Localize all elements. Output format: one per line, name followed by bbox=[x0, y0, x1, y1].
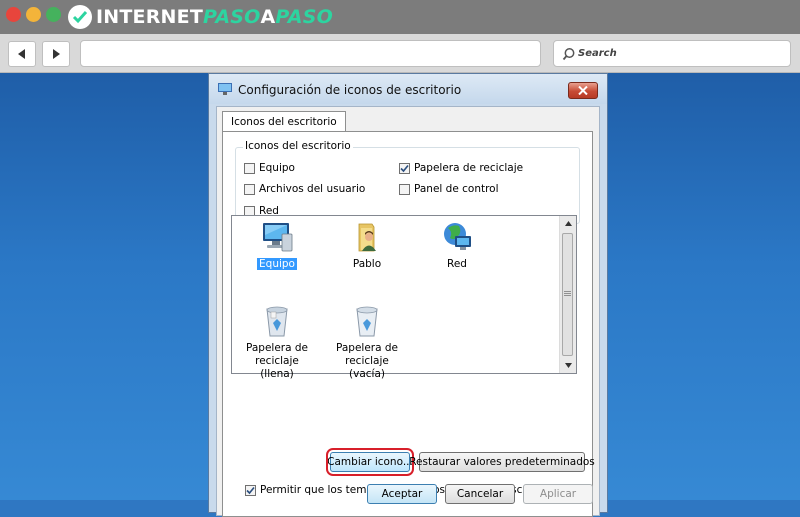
dialog-body: Iconos del escritorio Iconos del escrito… bbox=[216, 106, 600, 517]
icon-item-red[interactable]: Red bbox=[412, 220, 502, 271]
icon-item-papelera-vacia[interactable]: Papelera de reciclaje (vacía) bbox=[322, 306, 412, 381]
checkbox-equipo[interactable]: Equipo bbox=[244, 162, 295, 174]
tab-desktop-icons[interactable]: Iconos del escritorio bbox=[222, 111, 346, 132]
scroll-up-button[interactable] bbox=[560, 216, 576, 231]
checkbox-papelera[interactable]: Papelera de reciclaje bbox=[399, 162, 523, 174]
checkbox-label: Archivos del usuario bbox=[259, 183, 366, 195]
search-box[interactable]: Search bbox=[553, 40, 791, 67]
network-icon bbox=[444, 223, 471, 250]
address-bar[interactable] bbox=[80, 40, 541, 67]
icon-item-papelera-llena[interactable]: Papelera de reciclaje (llena) bbox=[232, 306, 322, 381]
chevron-down-icon bbox=[564, 363, 572, 368]
ok-button[interactable]: Aceptar bbox=[367, 484, 437, 504]
checkbox-box[interactable] bbox=[244, 162, 255, 174]
checkbox-box[interactable] bbox=[244, 183, 255, 195]
close-icon bbox=[578, 86, 588, 95]
search-icon bbox=[562, 47, 575, 60]
back-arrow-icon bbox=[18, 49, 25, 59]
scroll-thumb[interactable] bbox=[562, 233, 573, 356]
checkmark-icon bbox=[400, 164, 409, 172]
back-button[interactable] bbox=[8, 41, 36, 67]
recycle-bin-empty-icon bbox=[356, 306, 378, 337]
restore-defaults-button[interactable]: Restaurar valores predeterminados bbox=[409, 452, 595, 472]
dialog-close-button[interactable] bbox=[568, 82, 598, 99]
icon-list-scrollbar[interactable] bbox=[559, 216, 576, 373]
desktop-icons-group: Iconos del escritorio Equipo Papelera de… bbox=[235, 140, 580, 224]
minimize-window-dot[interactable] bbox=[26, 7, 41, 22]
icon-item-pablo[interactable]: Pablo bbox=[322, 220, 412, 271]
checkbox-panel-control[interactable]: Panel de control bbox=[399, 183, 499, 195]
checkbox-box[interactable] bbox=[399, 183, 410, 195]
checkbox-box-checked[interactable] bbox=[399, 162, 410, 174]
logo-mark-icon bbox=[68, 5, 92, 29]
tab-panel: Iconos del escritorio Equipo Papelera de… bbox=[222, 131, 595, 517]
checkbox-box-checked[interactable] bbox=[245, 484, 256, 496]
dialog-titlebar: Configuración de iconos de escritorio bbox=[209, 74, 607, 104]
icon-item-equipo[interactable]: Equipo bbox=[232, 220, 322, 271]
chevron-up-icon bbox=[564, 221, 572, 226]
checkmark-icon bbox=[246, 486, 255, 494]
close-window-dot[interactable] bbox=[6, 7, 21, 22]
desktop-settings-icon bbox=[218, 83, 232, 95]
checkbox-label: Panel de control bbox=[414, 183, 499, 195]
checkbox-label: Equipo bbox=[259, 162, 295, 174]
icon-label: Equipo bbox=[257, 258, 297, 270]
brand-text-a: A bbox=[260, 6, 276, 28]
desktop-icon-settings-dialog: Configuración de iconos de escritorio Ic… bbox=[208, 73, 608, 517]
checkbox-label: Papelera de reciclaje bbox=[414, 162, 524, 174]
computer-icon bbox=[263, 223, 293, 252]
dialog-title: Configuración de iconos de escritorio bbox=[238, 83, 462, 97]
icon-label: Red bbox=[447, 258, 467, 270]
scroll-down-button[interactable] bbox=[560, 358, 576, 373]
cancel-button[interactable]: Cancelar bbox=[445, 484, 515, 504]
maximize-window-dot[interactable] bbox=[46, 7, 61, 22]
forward-arrow-icon bbox=[53, 49, 60, 59]
forward-button[interactable] bbox=[42, 41, 70, 67]
change-icon-button[interactable]: Cambiar icono... bbox=[326, 448, 414, 476]
icon-label: Papelera de reciclaje (llena) bbox=[246, 342, 309, 380]
brand-text-paso: PASO bbox=[202, 6, 261, 28]
brand-text-internet: INTERNET bbox=[96, 6, 203, 28]
search-placeholder: Search bbox=[578, 48, 617, 59]
apply-button[interactable]: Aplicar bbox=[523, 484, 593, 504]
browser-titlebar: INTERNET PASO A PASO bbox=[0, 0, 800, 34]
grip-icon bbox=[564, 291, 571, 296]
brand-text-paso-2: PASO bbox=[275, 6, 333, 28]
site-logo: INTERNET PASO A PASO bbox=[68, 3, 333, 31]
browser-navbar: Search bbox=[0, 34, 800, 73]
icon-label: Pablo bbox=[352, 258, 382, 270]
user-folder-icon bbox=[358, 223, 376, 252]
recycle-bin-full-icon bbox=[266, 306, 288, 337]
icon-label: Papelera de reciclaje (vacía) bbox=[335, 342, 398, 380]
icon-list[interactable]: Equipo Pablo Red Papelera de reciclaje (… bbox=[231, 215, 577, 380]
checkbox-archivos-usuario[interactable]: Archivos del usuario bbox=[244, 183, 365, 195]
group-label: Iconos del escritorio bbox=[243, 140, 353, 152]
